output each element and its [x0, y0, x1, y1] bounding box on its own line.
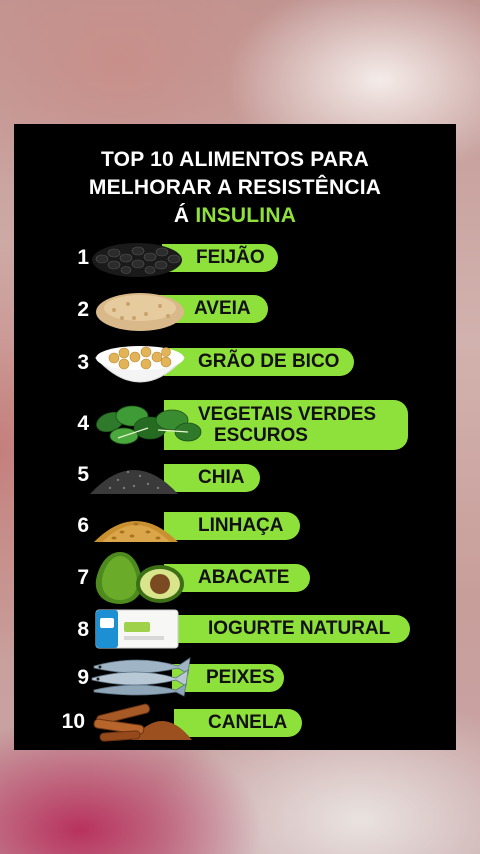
title-highlight: INSULINA	[195, 204, 297, 227]
item-number: 7	[77, 566, 89, 589]
oats-icon	[96, 293, 184, 331]
item-number: 8	[77, 618, 89, 641]
chia-seeds-icon	[90, 470, 178, 494]
list-item: FEIJÃO 1	[14, 242, 456, 277]
list-item: PEIXES 9	[14, 657, 456, 700]
list-item: AVEIA 2	[14, 293, 456, 331]
infographic-card: TOP 10 ALIMENTOS PARA MELHORAR A RESISTÊ…	[14, 124, 456, 750]
chickpeas-bowl-icon	[94, 346, 186, 383]
yogurt-icon	[95, 609, 179, 649]
item-number: 3	[77, 351, 89, 374]
fish-icon	[91, 657, 191, 697]
list-item: IOGURTE NATURAL 8	[14, 609, 456, 654]
list-item: CHIA 5	[14, 462, 456, 496]
list-item: LINHAÇA 6	[14, 510, 456, 544]
leafy-greens-icon	[96, 405, 202, 445]
black-beans-icon	[92, 243, 182, 277]
item-number: 1	[77, 246, 89, 269]
item-number: 2	[77, 298, 89, 321]
title-line-3: Á INSULINA	[173, 204, 297, 227]
title-line-2: MELHORAR A RESISTÊNCIA	[88, 176, 382, 199]
item-label-pill: IOGURTE NATURAL	[174, 615, 410, 643]
item-number: 4	[77, 412, 89, 435]
flaxseed-icon	[94, 521, 178, 542]
avocado-icon	[95, 552, 184, 604]
title-line-1: TOP 10 ALIMENTOS PARA	[101, 148, 369, 171]
list-item: GRÃO DE BICO 3	[14, 344, 456, 384]
list-item: ABACATE 7	[14, 552, 456, 604]
item-number: 5	[77, 463, 89, 486]
item-label-pill: LINHAÇA	[164, 512, 300, 540]
item-label-pill: GRÃO DE BICO	[164, 348, 354, 376]
list-item: VEGETAIS VERDES ESCUROS 4	[14, 400, 456, 452]
item-number: 10	[61, 710, 85, 733]
item-number: 9	[77, 666, 89, 689]
cinnamon-icon	[93, 703, 192, 742]
infographic-title: TOP 10 ALIMENTOS PARA MELHORAR A RESISTÊ…	[14, 146, 456, 230]
list-item: CANELA 10	[14, 703, 456, 744]
item-number: 6	[77, 514, 89, 537]
